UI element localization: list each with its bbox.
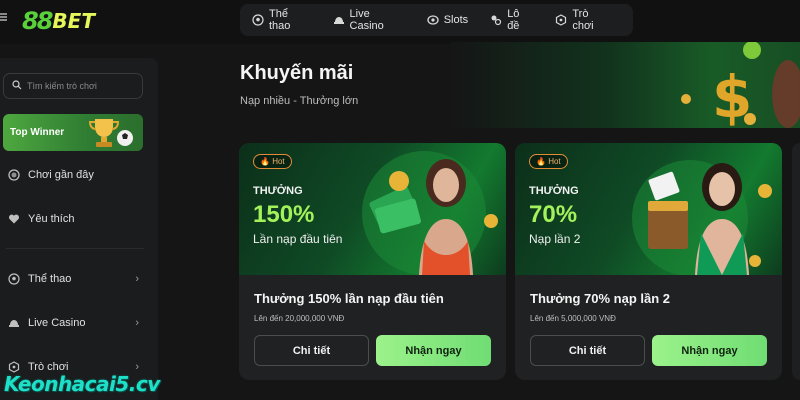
topnav-label: Thể thao	[269, 8, 291, 32]
logo-text: BET	[52, 9, 95, 33]
promo-percent: 150%	[253, 201, 315, 228]
page-subtitle: Nạp nhiều - Thưởng lớn	[240, 95, 359, 107]
casino-table-icon	[333, 14, 345, 26]
claim-button[interactable]: Nhận ngay	[376, 335, 491, 366]
top-navigation: Thể thao Live Casino Slots Lô đề Trò chơ…	[240, 4, 633, 36]
promo-sub: Lần nạp đầu tiên	[253, 232, 343, 246]
promo-percent: 70%	[529, 201, 578, 228]
hot-badge: 🔥 Hot	[253, 154, 292, 169]
sidebar-item-label: Yêu thích	[28, 213, 75, 225]
topnav-item-lottery[interactable]: Lô đề	[490, 8, 533, 32]
page-title: Khuyến mãi	[240, 62, 354, 84]
sidebar-item-label: Thể thao	[28, 273, 72, 285]
topnav-item-sports[interactable]: Thể thao	[252, 8, 311, 32]
promo-heading: THƯỞNG	[529, 185, 579, 197]
promo-title: Thưởng 150% lần nạp đầu tiên	[254, 291, 444, 306]
topnav-label: Slots	[443, 14, 469, 26]
sidebar-item-favorites[interactable]: Yêu thích	[8, 213, 138, 225]
topnav-label: Live Casino	[349, 8, 384, 32]
fire-icon: 🔥	[536, 157, 546, 166]
promo-sub: Nạp lần 2	[529, 232, 581, 246]
sidebar-item-label: Live Casino	[28, 317, 86, 329]
topnav-label: Trò chơi	[572, 8, 594, 32]
top-bar: 88 BET Thể thao Live Casino Slots Lô đề …	[0, 0, 800, 44]
promo-card: 🔥 Hot THƯỞNG 150% Lần nạp đầu tiên Thưởn…	[239, 143, 506, 380]
slot-icon	[427, 14, 439, 26]
casino-table-icon	[8, 317, 20, 329]
topnav-item-slots[interactable]: Slots	[427, 14, 468, 26]
promo-image: 🔥 Hot THƯỞNG 70% Nạp lần 2	[515, 143, 782, 275]
fire-icon: 🔥	[260, 157, 270, 166]
promo-limit: Lên đến 5,000,000 VNĐ	[530, 314, 616, 323]
next-card-peek	[792, 143, 800, 380]
heart-icon	[8, 213, 20, 225]
logo-number: 88	[22, 7, 53, 35]
header-banner-image: $	[450, 41, 800, 131]
trophy-icon	[88, 119, 133, 147]
dollar-sign-decoration: $	[681, 41, 800, 131]
top-winner-label: Top Winner	[10, 127, 65, 138]
promo-title: Thưởng 70% nạp lần 2	[530, 291, 671, 306]
hot-badge-label: Hot	[272, 157, 285, 166]
detail-button[interactable]: Chi tiết	[530, 335, 645, 366]
sidebar-divider	[6, 248, 144, 249]
search-box[interactable]	[3, 73, 143, 99]
promo-card: 🔥 Hot THƯỞNG 70% Nạp lần 2 Thưởng 70% nạ…	[515, 143, 782, 380]
chevron-right-icon: ›	[135, 273, 139, 285]
hot-badge: 🔥 Hot	[529, 154, 568, 169]
claim-button[interactable]: Nhận ngay	[652, 335, 767, 366]
promo-limit: Lên đến 20,000,000 VNĐ	[254, 314, 345, 323]
sidebar-item-label: Chơi gần đây	[28, 169, 94, 181]
chevron-right-icon: ›	[135, 317, 139, 329]
topnav-label: Lô đề	[507, 8, 520, 32]
topnav-item-live-casino[interactable]: Live Casino	[333, 8, 405, 32]
sidebar-item-recent[interactable]: Chơi gần đây	[8, 169, 138, 181]
hot-badge-label: Hot	[548, 157, 561, 166]
search-icon	[12, 77, 22, 95]
soccer-ball-icon	[8, 273, 20, 285]
search-input[interactable]	[27, 81, 137, 91]
brand-logo[interactable]: 88 BET	[22, 6, 95, 36]
watermark: Keonhacai5.cv	[4, 372, 160, 396]
sidebar: Top Winner Chơi gần đây Yêu thích Thể th…	[0, 58, 158, 400]
sidebar-item-sports[interactable]: Thể thao ›	[8, 273, 139, 285]
history-icon	[8, 169, 20, 181]
sidebar-item-live-casino[interactable]: Live Casino ›	[8, 317, 139, 329]
promo-image: 🔥 Hot THƯỞNG 150% Lần nạp đầu tiên	[239, 143, 506, 275]
detail-button[interactable]: Chi tiết	[254, 335, 369, 366]
menu-icon[interactable]	[0, 12, 12, 28]
lottery-icon	[490, 14, 502, 26]
top-winner-banner[interactable]: Top Winner	[3, 114, 143, 151]
soccer-ball-icon	[252, 14, 264, 26]
promo-heading: THƯỞNG	[253, 185, 303, 197]
game-icon	[555, 14, 567, 26]
topnav-item-games[interactable]: Trò chơi	[555, 8, 611, 32]
